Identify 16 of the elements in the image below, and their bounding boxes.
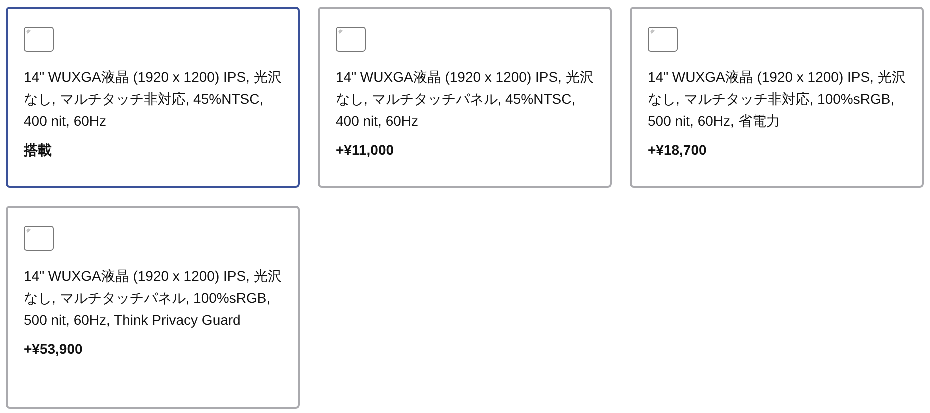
option-price: +¥11,000	[336, 142, 394, 158]
option-price: +¥53,900	[24, 341, 83, 357]
option-card[interactable]: 14" WUXGA液晶 (1920 x 1200) IPS, 光沢なし, マルチタッチパネル, 45%NTSC, 400 nit, 60Hz +¥11,000	[318, 7, 612, 188]
option-price: +¥18,700	[648, 142, 707, 158]
option-description: 14" WUXGA液晶 (1920 x 1200) IPS, 光沢なし, マルチタッチ非対応, 45%NTSC, 400 nit, 60Hz	[24, 68, 283, 131]
option-price: 搭載	[24, 142, 52, 160]
option-description: 14" WUXGA液晶 (1920 x 1200) IPS, 光沢なし, マルチタッチ非対応, 100%sRGB, 500 nit, 60Hz, 省電力	[648, 68, 907, 131]
image-placeholder-icon	[336, 27, 366, 52]
image-placeholder-icon	[24, 27, 54, 52]
image-placeholder-icon	[24, 226, 54, 251]
image-placeholder-icon	[648, 27, 678, 52]
option-card[interactable]: 14" WUXGA液晶 (1920 x 1200) IPS, 光沢なし, マルチタッチ非対応, 100%sRGB, 500 nit, 60Hz, 省電力 +¥18,700	[630, 7, 924, 188]
option-description: 14" WUXGA液晶 (1920 x 1200) IPS, 光沢なし, マルチタッチパネル, 100%sRGB, 500 nit, 60Hz, Think Privacy Guard	[24, 267, 283, 330]
option-card[interactable]: 14" WUXGA液晶 (1920 x 1200) IPS, 光沢なし, マルチタッチ非対応, 45%NTSC, 400 nit, 60Hz 搭載	[6, 7, 300, 188]
option-card[interactable]: 14" WUXGA液晶 (1920 x 1200) IPS, 光沢なし, マルチタッチパネル, 100%sRGB, 500 nit, 60Hz, Think Privacy Guard +¥53,900	[6, 206, 300, 409]
option-description: 14" WUXGA液晶 (1920 x 1200) IPS, 光沢なし, マルチタッチパネル, 45%NTSC, 400 nit, 60Hz	[336, 68, 595, 131]
